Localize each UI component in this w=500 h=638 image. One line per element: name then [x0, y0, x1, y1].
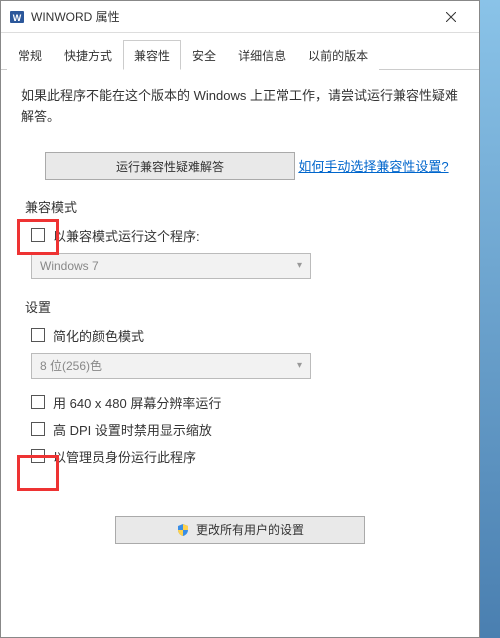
manual-settings-link[interactable]: 如何手动选择兼容性设置? [298, 156, 448, 175]
compat-mode-checkbox[interactable] [31, 228, 45, 242]
intro-text: 如果此程序不能在这个版本的 Windows 上正常工作，请尝试运行兼容性疑难解答… [21, 86, 459, 128]
close-button[interactable] [431, 3, 471, 31]
dpi-checkbox[interactable] [31, 422, 45, 436]
reduced-color-label: 简化的颜色模式 [53, 326, 144, 345]
color-depth-select[interactable]: 8 位(256)色 ▾ [31, 353, 311, 379]
color-depth-select-value: 8 位(256)色 [40, 357, 102, 374]
word-app-icon: W [9, 9, 25, 25]
shield-icon [176, 523, 190, 537]
troubleshoot-button-label: 运行兼容性疑难解答 [116, 158, 224, 175]
compat-mode-group: 兼容模式 以兼容模式运行这个程序: Windows 7 ▾ [21, 197, 459, 279]
compat-mode-checkbox-label: 以兼容模式运行这个程序: [53, 226, 200, 245]
chevron-down-icon: ▾ [297, 360, 302, 371]
all-users-button-label: 更改所有用户的设置 [196, 521, 304, 538]
properties-dialog: W WINWORD 属性 常规 快捷方式 兼容性 安全 详细信息 以前的版本 如… [0, 0, 480, 638]
settings-group: 设置 简化的颜色模式 8 位(256)色 ▾ 用 640 x 480 屏幕分辨率… [21, 297, 459, 466]
tab-general[interactable]: 常规 [7, 40, 53, 70]
chevron-down-icon: ▾ [297, 260, 302, 271]
reduced-color-checkbox[interactable] [31, 328, 45, 342]
tab-content: 如果此程序不能在这个版本的 Windows 上正常工作，请尝试运行兼容性疑难解答… [1, 70, 479, 637]
titlebar: W WINWORD 属性 [1, 1, 479, 33]
resolution-row: 用 640 x 480 屏幕分辨率运行 [31, 393, 459, 412]
compat-mode-checkbox-row: 以兼容模式运行这个程序: [31, 226, 459, 245]
resolution-checkbox[interactable] [31, 395, 45, 409]
dpi-row: 高 DPI 设置时禁用显示缩放 [31, 420, 459, 439]
compat-mode-select-value: Windows 7 [40, 259, 99, 273]
compat-mode-select[interactable]: Windows 7 ▾ [31, 253, 311, 279]
footer: 更改所有用户的设置 [21, 508, 459, 548]
tab-shortcut[interactable]: 快捷方式 [53, 40, 123, 70]
admin-label: 以管理员身份运行此程序 [53, 447, 196, 466]
settings-title: 设置 [25, 297, 459, 316]
close-icon [446, 12, 456, 22]
tab-security[interactable]: 安全 [181, 40, 227, 70]
dpi-label: 高 DPI 设置时禁用显示缩放 [53, 420, 212, 439]
admin-checkbox[interactable] [31, 449, 45, 463]
desktop-background-strip: 系统之家 [480, 0, 500, 638]
svg-text:W: W [13, 13, 22, 23]
tab-details[interactable]: 详细信息 [227, 40, 297, 70]
window-title: WINWORD 属性 [31, 8, 431, 25]
tab-strip: 常规 快捷方式 兼容性 安全 详细信息 以前的版本 [1, 33, 479, 70]
all-users-button[interactable]: 更改所有用户的设置 [115, 516, 365, 544]
admin-row: 以管理员身份运行此程序 [31, 447, 459, 466]
compat-mode-title: 兼容模式 [25, 197, 459, 216]
resolution-label: 用 640 x 480 屏幕分辨率运行 [53, 393, 221, 412]
troubleshoot-button[interactable]: 运行兼容性疑难解答 [45, 152, 295, 180]
tab-compatibility[interactable]: 兼容性 [123, 40, 181, 70]
tab-previous-versions[interactable]: 以前的版本 [297, 40, 379, 70]
reduced-color-row: 简化的颜色模式 [31, 326, 459, 345]
